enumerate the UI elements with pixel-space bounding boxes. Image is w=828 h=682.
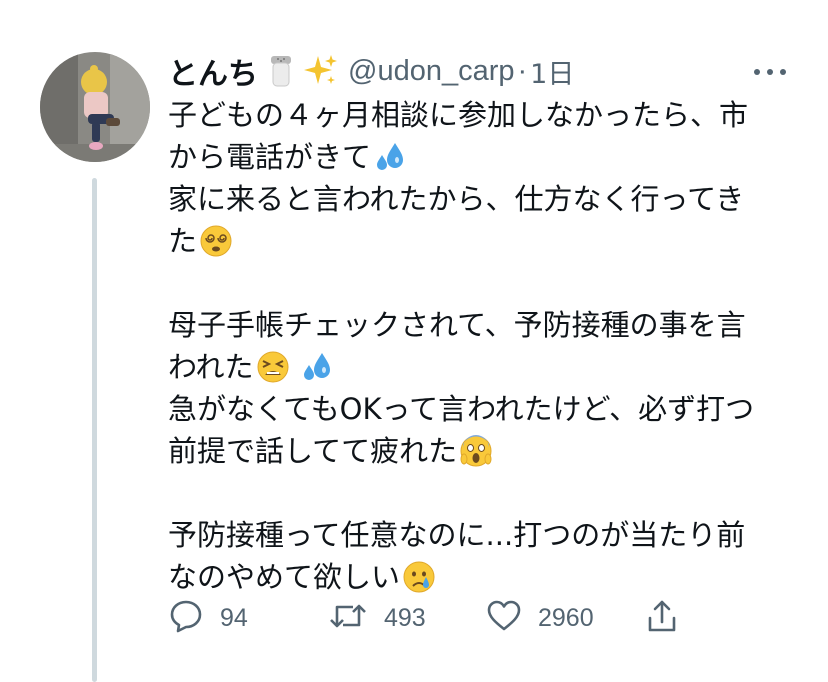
- tweet-line: なのやめて欲しい: [168, 556, 808, 598]
- more-dots-icon[interactable]: [752, 63, 788, 75]
- share-button[interactable]: [644, 598, 680, 638]
- sweat-droplets-emoji: [373, 140, 407, 174]
- like-count: 2960: [538, 603, 594, 632]
- heart-icon: [486, 598, 522, 638]
- tweet-line: 家に来ると言われたから、仕方なく行ってき: [168, 182, 745, 216]
- tweet-line: 急がなくてもOKって言われたけど、必ず打つ: [168, 392, 755, 426]
- dizzy-face-emoji: [199, 224, 233, 258]
- like-button[interactable]: 2960: [486, 598, 594, 638]
- tweet-line: た: [168, 220, 808, 262]
- tweet-line: われた: [168, 346, 808, 388]
- retweet-button[interactable]: 493: [328, 598, 426, 638]
- tweet-line: 子どもの４ヶ月相談に参加しなかったら、市: [168, 98, 749, 132]
- share-icon: [644, 598, 680, 638]
- speech-bubble-icon: [168, 598, 204, 638]
- salt-shaker-emoji: [266, 54, 296, 88]
- thread-line: [92, 178, 97, 682]
- screaming-face-emoji: [459, 434, 493, 468]
- tweet-line: 母子手帳チェックされて、予防接種の事を言: [168, 308, 746, 342]
- tweet-line: から電話がきて: [168, 136, 808, 178]
- tweet-line: 予防接種って任意なのに...打つのが当たり前: [168, 518, 746, 552]
- handle[interactable]: @udon_carp: [348, 55, 515, 88]
- reply-button[interactable]: 94: [168, 598, 248, 638]
- sparkles-emoji: [304, 54, 338, 88]
- tired-face-emoji: [256, 350, 290, 384]
- timestamp[interactable]: 1日: [530, 52, 574, 91]
- avatar[interactable]: [40, 52, 150, 162]
- crying-face-emoji: [402, 560, 436, 594]
- separator-dot: ·: [517, 54, 528, 87]
- tweet-header: とんち @udon_carp · 1日: [168, 48, 574, 94]
- display-name[interactable]: とんち: [168, 49, 258, 93]
- tweet-text: 子どもの４ヶ月相談に参加しなかったら、市 から電話がきて 家に来ると言われたから…: [168, 94, 808, 598]
- tweet-line: 前提で話してて疲れた: [168, 430, 808, 472]
- sweat-droplets-emoji: [300, 350, 334, 384]
- reply-count: 94: [220, 603, 248, 632]
- retweet-icon: [328, 598, 368, 638]
- retweet-count: 493: [384, 603, 426, 632]
- action-bar: 94 493 2960: [168, 598, 808, 638]
- tweet: とんち @udon_carp · 1日 子どもの４ヶ月相談に参加しなかったら、市…: [0, 0, 828, 682]
